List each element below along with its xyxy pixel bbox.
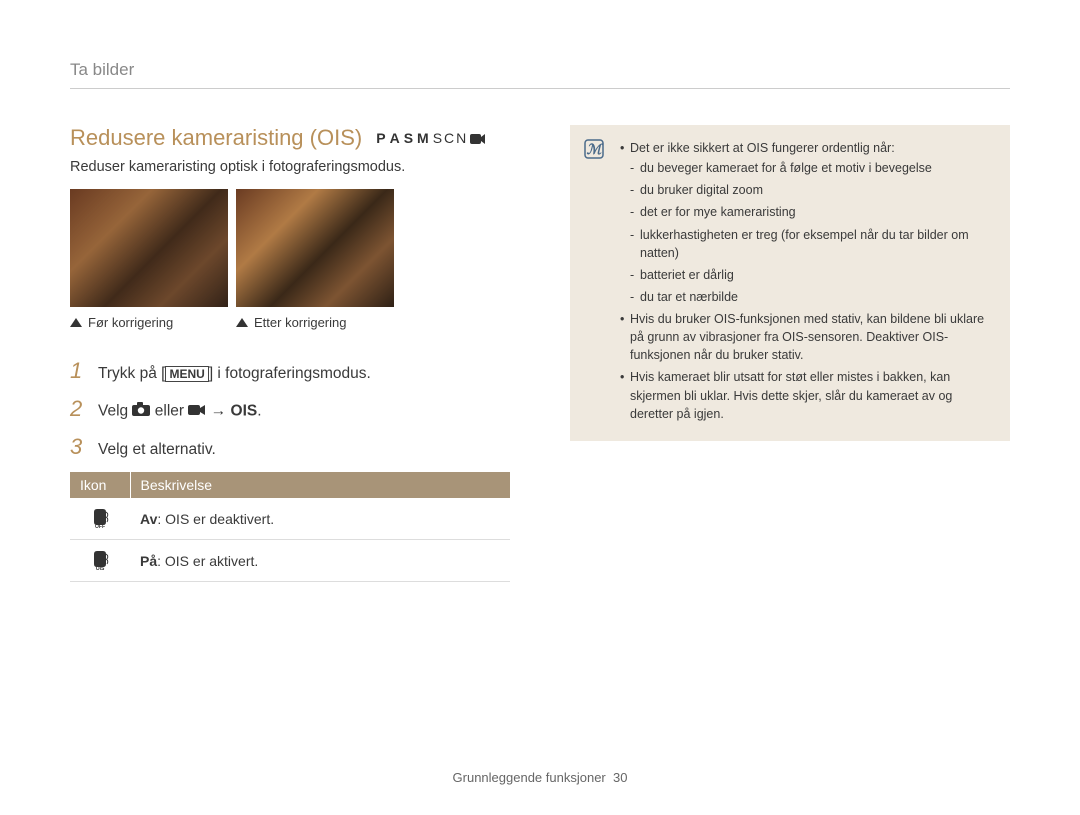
step-1: 1 Trykk på [MENU] i fotograferingsmodus. <box>70 358 510 384</box>
video-mode-icon <box>470 130 486 146</box>
table-row: OIS På: OIS er aktivert. <box>70 540 510 582</box>
step2-pre: Velg <box>98 403 132 420</box>
th-icon: Ikon <box>70 472 130 498</box>
left-column: Redusere kameraristing (OIS) P A S M SCN… <box>70 125 510 582</box>
note-subitem: du beveger kameraet for å følge et motiv… <box>630 159 994 177</box>
mode-scn: SCN <box>433 130 469 146</box>
svg-text:OIS: OIS <box>96 566 105 570</box>
note-subitem: du tar et nærbilde <box>630 288 994 306</box>
th-desc: Beskrivelse <box>130 472 510 498</box>
step-number: 3 <box>70 434 88 460</box>
breadcrumb: Ta bilder <box>70 60 1010 89</box>
note-subitem: det er for mye kameraristing <box>630 203 994 221</box>
title-text: Redusere kameraristing (OIS) <box>70 125 362 151</box>
note-intro: Det er ikke sikkert at OIS fungerer orde… <box>630 141 895 155</box>
note-subitem: du bruker digital zoom <box>630 181 994 199</box>
step2-arrow: → <box>211 403 231 420</box>
mode-s: S <box>404 130 415 146</box>
step-number: 1 <box>70 358 88 384</box>
note-subitem: lukkerhastigheten er treg (for eksempel … <box>630 226 994 262</box>
row-label: På <box>140 553 157 569</box>
note-box: ℳ Det er ikke sikkert at OIS fungerer or… <box>570 125 1010 441</box>
mode-indicators: P A S M SCN <box>376 130 486 146</box>
page-title: Redusere kameraristing (OIS) P A S M SCN <box>70 125 510 151</box>
info-icon: ℳ <box>584 139 604 164</box>
ois-off-icon: OFF <box>70 498 130 540</box>
step-text: Velg et alternativ. <box>98 441 216 459</box>
triangle-up-icon <box>236 318 248 327</box>
svg-text:OFF: OFF <box>95 524 105 528</box>
video-icon <box>188 403 206 421</box>
menu-button-label: MENU <box>165 366 208 382</box>
footer-page: 30 <box>613 770 627 785</box>
steps-list: 1 Trykk på [MENU] i fotograferingsmodus.… <box>70 358 510 460</box>
page-footer: Grunnleggende funksjoner 30 <box>0 770 1080 785</box>
cell-desc: På: OIS er aktivert. <box>130 540 510 582</box>
table-row: OFF Av: OIS er deaktivert. <box>70 498 510 540</box>
caption-before-text: Før korrigering <box>88 315 173 330</box>
example-images <box>70 189 510 307</box>
photo-after <box>236 189 394 307</box>
step2-ois: OIS <box>231 403 258 420</box>
row-desc: : OIS er deaktivert. <box>157 511 274 527</box>
note-item: Hvis kameraet blir utsatt for støt eller… <box>620 368 994 422</box>
options-table: Ikon Beskrivelse OFF Av: OIS er deaktive… <box>70 472 510 582</box>
step2-end: . <box>257 403 261 420</box>
mode-p: P <box>376 130 387 146</box>
note-item: Hvis du bruker OIS-funksjonen med stativ… <box>620 310 994 364</box>
ois-on-icon: OIS <box>70 540 130 582</box>
step1-post: ] i fotograferingsmodus. <box>209 365 371 382</box>
step-3: 3 Velg et alternativ. <box>70 434 510 460</box>
mode-m: M <box>417 130 431 146</box>
photo-before <box>70 189 228 307</box>
note-item: Det er ikke sikkert at OIS fungerer orde… <box>620 139 994 306</box>
footer-section: Grunnleggende funksjoner <box>453 770 606 785</box>
step2-mid: eller <box>155 403 189 420</box>
step-text: Trykk på [MENU] i fotograferingsmodus. <box>98 365 371 383</box>
caption-before: Før korrigering <box>70 315 228 330</box>
mode-a: A <box>390 130 402 146</box>
step-text: Velg eller → OIS. <box>98 402 262 421</box>
step-2: 2 Velg eller → OIS. <box>70 396 510 422</box>
caption-after-text: Etter korrigering <box>254 315 346 330</box>
row-desc: : OIS er aktivert. <box>157 553 258 569</box>
step-number: 2 <box>70 396 88 422</box>
step1-pre: Trykk på [ <box>98 365 165 382</box>
camera-icon <box>132 402 150 421</box>
cell-desc: Av: OIS er deaktivert. <box>130 498 510 540</box>
row-label: Av <box>140 511 157 527</box>
right-column: ℳ Det er ikke sikkert at OIS fungerer or… <box>570 125 1010 582</box>
note-subitem: batteriet er dårlig <box>630 266 994 284</box>
subtitle: Reduser kameraristing optisk i fotografe… <box>70 159 510 175</box>
svg-text:ℳ: ℳ <box>587 143 604 158</box>
triangle-up-icon <box>70 318 82 327</box>
caption-after: Etter korrigering <box>236 315 394 330</box>
